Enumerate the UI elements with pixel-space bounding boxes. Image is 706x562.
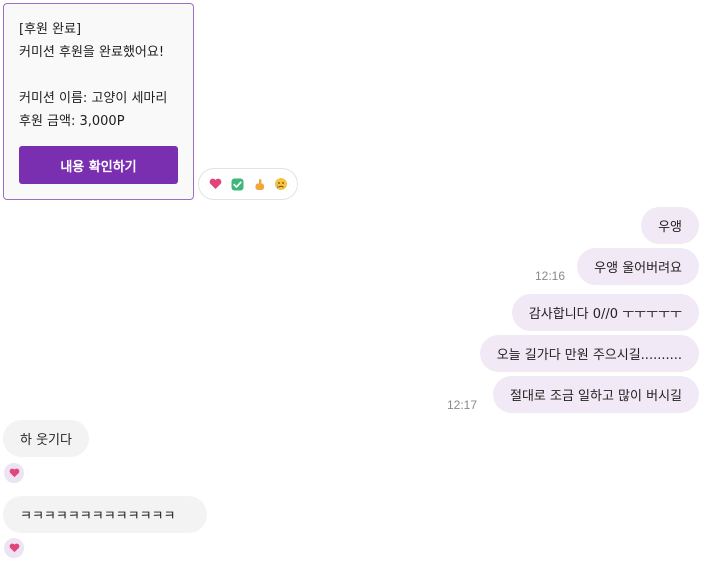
card-support-amount: 후원 금액: 3,000P [19, 114, 125, 129]
incoming-message[interactable]: ㅋㅋㅋㅋㅋㅋㅋㅋㅋㅋㅋㅋㅋ [3, 496, 207, 533]
outgoing-message[interactable]: 절대로 조금 일하고 많이 버시길 [492, 376, 699, 413]
check-icon[interactable] [229, 176, 245, 192]
message-timestamp: 12:17 [447, 398, 478, 412]
card-header: [후원 완료] [19, 22, 82, 37]
message-reaction[interactable] [4, 463, 24, 483]
pointing-hand-icon[interactable] [251, 176, 267, 192]
heart-icon [9, 468, 19, 478]
reaction-picker [198, 168, 298, 200]
view-details-button[interactable]: 내용 확인하기 [19, 146, 178, 184]
outgoing-message[interactable]: 우앵 울어버려요 [577, 248, 699, 285]
outgoing-message[interactable]: 우앵 [641, 207, 699, 244]
card-commission-name: 커미션 이름: 고양이 세마리 [19, 91, 168, 106]
card-message: 커미션 후원을 완료했어요! [19, 45, 165, 60]
outgoing-message[interactable]: 감사합니다 0//0 ㅜㅜㅜㅜㅜ [511, 294, 699, 331]
heart-icon [9, 543, 19, 553]
incoming-message[interactable]: 하 웃기다 [3, 420, 89, 457]
outgoing-message[interactable]: 오늘 길가다 만원 주으시길.......... [479, 335, 699, 372]
heart-icon[interactable] [207, 176, 223, 192]
message-timestamp: 12:16 [535, 269, 566, 283]
card-spacer [19, 64, 179, 87]
crying-face-icon[interactable] [273, 176, 289, 192]
message-reaction[interactable] [4, 538, 24, 558]
support-complete-card: [후원 완료] 커미션 후원을 완료했어요! 커미션 이름: 고양이 세마리 후… [3, 3, 194, 200]
